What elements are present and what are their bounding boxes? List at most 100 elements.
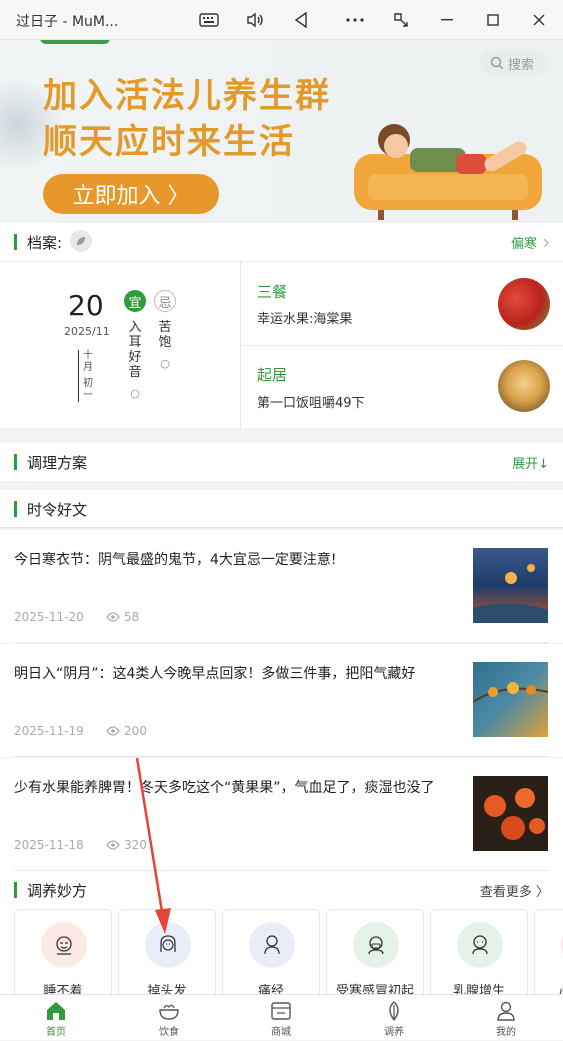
routine-card[interactable]: 起居 第一口饭咀嚼49下 [241,346,563,429]
plan-label: 调理方案 [27,454,88,472]
article-item[interactable]: 明日入“阴月”：这4类人今晚早点回家！多做三件事，把阳气藏好 2025-11-1… [0,644,563,757]
recipes-label: 调养妙方 [27,882,88,900]
section-accent-bar [14,454,17,470]
recipes-section-header: 调养妙方 查看更多 〉 [0,871,563,909]
recipe-card[interactable]: 乳腺增生 [430,909,528,994]
recipe-label: 心 [535,980,563,994]
article-views: 200 [106,724,147,738]
chevron-right-icon [543,238,549,247]
banner-headline-2: 顺天应时来生活 [43,122,295,162]
article-thumbnail [473,776,548,851]
crabapple-image [498,278,550,330]
archive-section-header: 档案: 偏寒 [0,223,563,261]
eye-icon [106,612,120,622]
tab-label: 调养 [384,1027,404,1038]
tab-profile[interactable]: 我的 [461,995,551,1041]
yi-badge: 宜 [124,290,146,312]
article-thumbnail [472,662,549,737]
expand-button[interactable]: 展开↓ [512,453,549,472]
article-divider [14,642,549,643]
hair-loss-icon [145,922,191,968]
close-icon[interactable] [526,8,552,32]
bottom-tab-bar: 首页 饮食 商城 调养 我的 [0,994,563,1040]
tab-home[interactable]: 首页 [11,995,101,1041]
minimize-icon[interactable] [434,8,460,32]
period-pain-icon [249,922,295,968]
plan-section-header[interactable]: 调理方案 展开↓ [0,443,563,481]
article-views: 320 [106,838,147,852]
archive-label: 档案: [27,234,63,252]
search-icon [490,56,504,70]
recipe-card[interactable]: 痛经 [222,909,320,994]
routine-card-subtitle: 第一口饭咀嚼49下 [257,396,365,411]
tab-mall[interactable]: 商城 [236,995,326,1041]
archive-panel: 20 2025/11 十月 初一 宜 忌 入耳好音 ○ 苦饱 ○ 三餐 幸运水果… [0,261,563,429]
recipe-label: 受寒感冒初起 [335,984,414,994]
articles-section-header: 时令好文 [0,490,563,528]
rice-bowl-image [498,360,550,412]
tab-care[interactable]: 调养 [349,995,439,1041]
routine-card-title: 起居 [257,366,288,384]
app-content: 加入活法儿养生群 顺天应时来生活 立即加入 〉 搜索 档案: 偏寒 20 202… [0,40,563,994]
store-icon [271,1002,291,1020]
tab-label: 饮食 [159,1027,179,1038]
ji-text: 苦饱 [158,320,172,350]
section-accent-bar [14,501,17,517]
screenshot-icon[interactable] [388,8,414,32]
recipe-card[interactable]: 受寒感冒初起 [326,909,424,994]
sleepless-icon [41,922,87,968]
date-day: 20 [68,289,104,322]
recipe-label: 睡不着 [43,984,83,994]
ji-more-icon: ○ [160,357,170,370]
eye-icon [106,840,120,850]
section-accent-bar [14,234,17,250]
join-group-button[interactable]: 立即加入 〉 [43,174,219,214]
leaf-icon [70,230,92,252]
article-title: 明日入“阴月”：这4类人今晚早点回家！多做三件事，把阳气藏好 [14,666,416,682]
article-date: 2025-11-18 [14,838,84,852]
search-placeholder: 搜索 [508,57,535,73]
article-view-count: 200 [124,724,147,738]
autumn-leaves-image [472,682,549,703]
more-icon[interactable] [342,8,368,32]
user-icon [497,1001,515,1021]
article-date: 2025-11-19 [14,724,84,738]
keyboard-icon[interactable] [196,8,222,32]
recipe-card[interactable]: 心 [534,909,563,994]
date-year-month: 2025/11 [64,325,110,338]
article-view-count: 58 [124,610,140,624]
recipe-label: 掉头发 [147,984,187,994]
tab-label: 商城 [271,1027,291,1038]
maximize-icon[interactable] [480,8,506,32]
article-item[interactable]: 少有水果能养脾胃！冬天多吃这个“黄果果”，气血足了，痰湿也没了 2025-11-… [0,758,563,871]
constitution-value: 偏寒 [510,237,537,252]
section-accent-bar [14,882,17,898]
volume-icon[interactable] [242,8,268,32]
window-titlebar: 过日子 - MuM... [0,0,563,40]
view-more-link[interactable]: 查看更多 〉 [480,881,549,900]
promo-banner[interactable]: 加入活法儿养生群 顺天应时来生活 立即加入 〉 搜索 [0,40,563,223]
article-item[interactable]: 今日寒衣节：阴气最盛的鬼节，4大宜忌一定要注意! 2025-11-20 58 [0,530,563,643]
meals-card[interactable]: 三餐 幸运水果:海棠果 [241,262,563,345]
back-icon[interactable] [288,8,314,32]
recipe-card[interactable]: 睡不着 [14,909,112,994]
search-box[interactable]: 搜索 [480,51,548,75]
sofa-illustration [354,124,542,220]
recipe-label: 痛经 [257,984,284,994]
lunar-day: 初一 [83,378,93,401]
cold-icon [353,922,399,968]
persimmon-image [484,788,545,840]
articles-label: 时令好文 [27,501,88,519]
article-view-count: 320 [124,838,147,852]
constitution-link[interactable]: 偏寒 [511,233,549,252]
lunar-date: 十月 初一 [78,350,98,402]
tab-diet[interactable]: 饮食 [124,995,214,1041]
yi-more-icon: ○ [130,387,140,400]
leaf-icon [389,1001,399,1021]
bowl-icon [159,1004,179,1020]
lantern-image [473,564,548,623]
meals-card-title: 三餐 [257,283,288,301]
recipe-card[interactable]: 掉头发 [118,909,216,994]
recipes-carousel[interactable]: 睡不着 掉头发 痛经 受寒感冒初起 乳腺增生 [0,907,563,994]
lunar-month: 十月 [83,350,93,373]
